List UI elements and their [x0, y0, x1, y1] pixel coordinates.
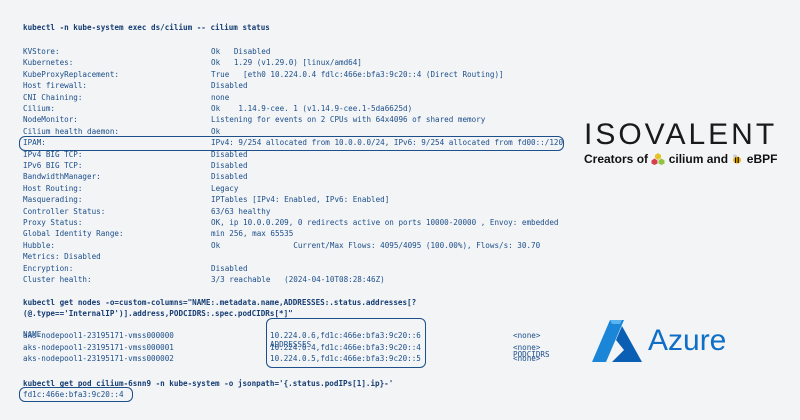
node-podcidrs: <none>: [513, 331, 541, 340]
status-value: Legacy: [211, 183, 239, 193]
cilium-icon: [651, 152, 665, 165]
status-key: Encryption:: [23, 263, 74, 273]
status-key: Controller Status:: [23, 206, 106, 216]
command-get-nodes-line2[interactable]: (@.type=='InternalIP')].address,PODCIDRS…: [23, 309, 293, 319]
status-value: 3/3 reachable (2024-04-10T08:28:46Z): [211, 275, 385, 284]
node-addresses: 10.224.0.4,fd1c:466e:bfa3:9c20::4: [270, 342, 421, 352]
nodes-table-header: NAME ADDRESSES PODCIDRS: [23, 320, 550, 359]
status-value: Ok: [211, 126, 221, 136]
status-key: Host firewall:: [23, 81, 88, 91]
status-key: CNI Chaining:: [23, 92, 83, 102]
status-value: none: [211, 92, 230, 102]
node-name: aks-nodepool1-23195171-vmss000000: [23, 331, 174, 340]
cilium-label: cilium: [668, 151, 704, 166]
status-value: Ok 1.29 (v1.29.0) [linux/amd64]: [211, 58, 362, 68]
status-key: Cilium:: [23, 104, 56, 113]
status-key: IPAM:: [23, 138, 46, 148]
node-name: aks-nodepool1-23195171-vmss000001: [23, 342, 174, 352]
status-key: Hubble:: [23, 240, 56, 250]
status-value: 63/63 healthy: [211, 206, 271, 216]
status-key: BandwidthManager:: [23, 172, 101, 182]
status-key: Proxy Status:: [23, 218, 83, 227]
status-value: OK, ip 10.0.0.209, 0 redirects active on…: [211, 218, 559, 227]
tagline-prefix: Creators of: [584, 151, 649, 166]
command-get-pod-ip[interactable]: kubectl get pod cilium-6snn9 -n kube-sys…: [23, 379, 393, 389]
status-value: Ok Disabled: [211, 47, 271, 56]
status-value: Disabled: [211, 172, 248, 182]
isovalent-tagline: Creators of cilium and eBPF: [584, 151, 777, 166]
status-key: Cilium health daemon:: [23, 126, 120, 136]
azure-wordmark: Azure: [648, 324, 727, 357]
status-value: Ok 1.14.9-cee. 1 (v1.14.9-cee.1-5da6625d…: [211, 104, 413, 113]
node-addresses: 10.224.0.6,fd1c:466e:bfa3:9c20::6: [270, 331, 421, 340]
command-cilium-status[interactable]: kubectl -n kube-system exec ds/cilium --…: [23, 23, 270, 33]
status-key: KubeProxyReplacement:: [23, 69, 120, 79]
command-get-nodes-line1[interactable]: kubectl get nodes -o=custom-columns="NAM…: [23, 298, 416, 308]
status-value: Disabled: [211, 149, 248, 159]
status-key: Masquerading:: [23, 195, 83, 205]
status-key: Metrics: Disabled: [23, 252, 101, 262]
status-value: Disabled: [211, 263, 248, 273]
status-key: Cluster health:: [23, 275, 92, 284]
status-value: Ok Current/Max Flows: 4095/4095 (100.00%…: [211, 240, 541, 250]
ebpf-bee-icon: [733, 154, 742, 164]
node-addresses: 10.224.0.5,fd1c:466e:bfa3:9c20::5: [270, 354, 421, 363]
pod-ip-output: fd1c:466e:bfa3:9c20::4: [23, 390, 124, 399]
status-key: Global Identity Range:: [23, 229, 124, 239]
status-key: Kubernetes:: [23, 58, 74, 68]
status-value: True [eth0 10.224.0.4 fdlc:466e:bfa3:9c2…: [211, 69, 504, 79]
status-key: NodeMonitor:: [23, 115, 78, 125]
node-podcidrs: <none>: [513, 354, 541, 363]
status-value: Listening for events on 2 CPUs with 64x4…: [211, 115, 486, 125]
isovalent-logo: ISOVALENT Creators of cilium and eBPF: [584, 118, 780, 170]
node-name: aks-nodepool1-23195171-vmss000002: [23, 354, 174, 363]
azure-icon: [592, 320, 642, 362]
status-key: Host Routing:: [23, 183, 83, 193]
azure-logo: Azure: [592, 320, 742, 364]
status-value: min 256, max 65535: [211, 229, 294, 239]
node-podcidrs: <none>: [513, 342, 541, 352]
status-value: IPTables [IPv4: Enabled, IPv6: Enabled]: [211, 195, 390, 205]
status-key: KVStore:: [23, 47, 60, 56]
status-value: IPv4: 9/254 allocated from 10.0.0.0/24, …: [211, 138, 564, 148]
status-value: Disabled: [211, 161, 248, 170]
and-label: and: [706, 151, 729, 166]
status-value: Disabled: [211, 81, 248, 91]
isovalent-wordmark: ISOVALENT: [584, 118, 778, 151]
status-key: IPv6 BIG TCP:: [23, 161, 83, 170]
ebpf-label: eBPF: [746, 151, 778, 166]
status-key: IPv4 BIG TCP:: [23, 149, 83, 159]
